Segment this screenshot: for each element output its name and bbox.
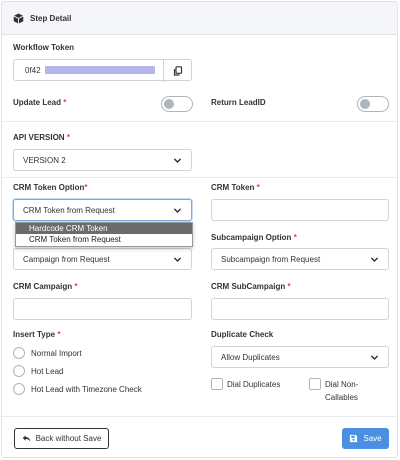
workflow-token-value: 0f42 xyxy=(25,66,41,75)
api-version-value: VERSION 2 xyxy=(23,155,66,165)
chevron-down-icon xyxy=(173,157,182,163)
crm-token-option-dropdown: Hardcode CRM Token CRM Token from Reques… xyxy=(15,222,193,247)
dropdown-option-from-request[interactable]: CRM Token from Request xyxy=(16,234,192,245)
section-divider xyxy=(2,121,397,122)
campaign-option-select[interactable]: Campaign from Request xyxy=(13,248,192,270)
radio-hot-lead-timezone[interactable]: Hot Lead with Timezone Check xyxy=(13,382,142,396)
duplicate-check-value: Allow Duplicates xyxy=(221,352,280,362)
back-without-save-button[interactable]: Back without Save xyxy=(14,428,109,449)
crm-subcampaign-input[interactable] xyxy=(211,298,389,320)
toggle-knob xyxy=(360,99,370,109)
radio-label: Hot Lead with Timezone Check xyxy=(31,384,142,394)
save-button[interactable]: Save xyxy=(342,428,389,449)
copy-icon xyxy=(173,66,182,76)
workflow-token-field[interactable]: 0f42 xyxy=(13,59,192,82)
subcampaign-option-select[interactable]: Subcampaign from Request xyxy=(211,248,389,270)
checkbox-dial-duplicates[interactable]: Dial Duplicates xyxy=(211,378,280,390)
subcampaign-option-value: Subcampaign from Request xyxy=(221,254,321,264)
section-divider xyxy=(2,177,397,178)
api-version-select[interactable]: VERSION 2 xyxy=(13,149,192,171)
checkbox-label: Dial Duplicates xyxy=(227,379,281,389)
checkbox-label-line2: Callables xyxy=(325,393,358,402)
crm-subcampaign-label: CRM SubCampaign * xyxy=(211,282,291,291)
radio-circle[interactable] xyxy=(13,383,25,395)
crm-token-option-value: CRM Token from Request xyxy=(23,205,115,215)
radio-label: Normal Import xyxy=(31,348,82,358)
floppy-disk-icon xyxy=(350,434,358,443)
checkbox-box[interactable] xyxy=(309,378,321,390)
checkbox-dial-non-callables[interactable]: Dial Non- Callables xyxy=(309,378,358,404)
crm-token-label: CRM Token * xyxy=(211,183,260,192)
api-version-label: API VERSION * xyxy=(13,133,70,142)
dropdown-option-hardcode[interactable]: Hardcode CRM Token xyxy=(16,223,192,234)
back-button-label: Back without Save xyxy=(35,434,102,443)
card-header: Step Detail xyxy=(2,2,397,35)
footer-divider xyxy=(2,416,397,417)
reply-arrow-icon xyxy=(22,435,30,442)
chevron-down-icon xyxy=(173,256,182,262)
chevron-down-icon xyxy=(173,207,182,213)
crm-token-input[interactable] xyxy=(211,199,389,221)
campaign-option-value: Campaign from Request xyxy=(23,254,110,264)
radio-normal-import[interactable]: Normal Import xyxy=(13,346,142,360)
crm-token-option-label: CRM Token Option* xyxy=(13,183,88,192)
crm-campaign-input[interactable] xyxy=(13,298,192,320)
insert-type-label: Insert Type * xyxy=(13,330,61,339)
save-button-label: Save xyxy=(363,434,382,443)
chevron-down-icon xyxy=(370,256,379,262)
checkbox-label-line1: Dial Non- xyxy=(325,380,359,389)
checkbox-box[interactable] xyxy=(211,378,223,390)
checkbox-label: Dial Non- Callables xyxy=(325,378,358,404)
toggle-knob xyxy=(164,99,174,109)
update-lead-label: Update Lead * xyxy=(13,98,67,107)
return-leadid-label: Return LeadID xyxy=(211,98,266,107)
update-lead-toggle[interactable] xyxy=(161,96,193,112)
radio-label: Hot Lead xyxy=(31,366,64,376)
crm-token-option-select[interactable]: CRM Token from Request xyxy=(13,199,192,221)
page-title: Step Detail xyxy=(30,13,72,23)
crm-campaign-label: CRM Campaign * xyxy=(13,282,78,291)
cube-icon xyxy=(13,13,24,24)
workflow-token-label: Workflow Token xyxy=(13,43,75,52)
chevron-down-icon xyxy=(370,354,379,360)
token-redacted-mask xyxy=(45,66,155,74)
duplicate-check-select[interactable]: Allow Duplicates xyxy=(211,346,389,368)
radio-circle[interactable] xyxy=(13,347,25,359)
radio-circle[interactable] xyxy=(13,365,25,377)
step-detail-card: Step Detail Workflow Token 0f42 Update L… xyxy=(1,1,398,458)
copy-button[interactable] xyxy=(163,60,191,82)
return-leadid-toggle[interactable] xyxy=(357,96,389,112)
radio-hot-lead[interactable]: Hot Lead xyxy=(13,364,142,378)
duplicate-check-label: Duplicate Check xyxy=(211,330,274,339)
subcampaign-option-label: Subcampaign Option * xyxy=(211,233,297,242)
insert-type-radio-group: Normal Import Hot Lead Hot Lead with Tim… xyxy=(13,346,142,396)
